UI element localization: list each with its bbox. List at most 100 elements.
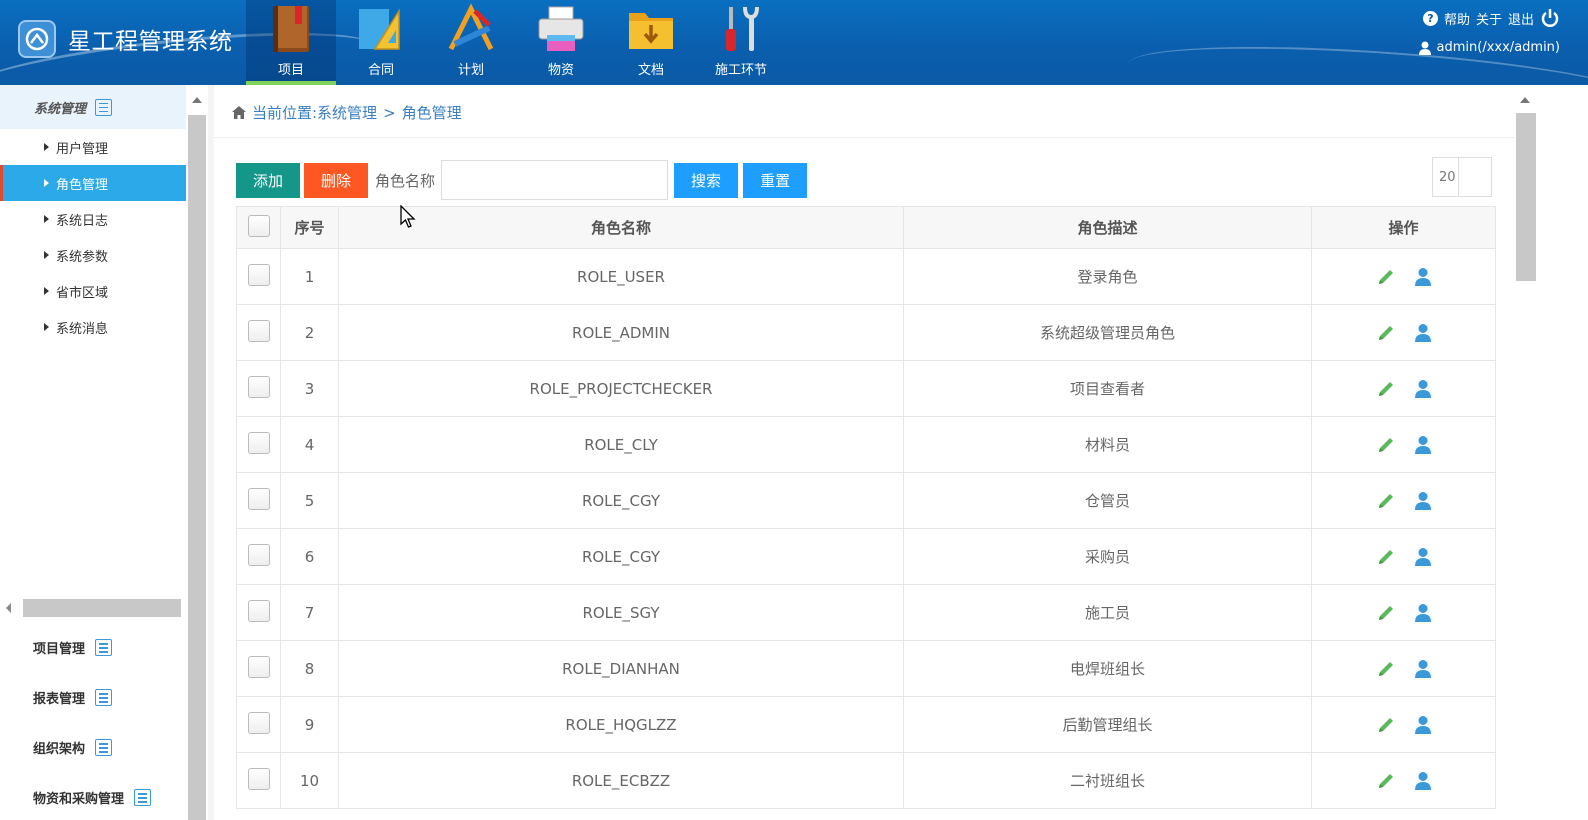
table-row[interactable]: 9 ROLE_HQGLZZ 后勤管理组长 (236, 696, 1496, 753)
table-row[interactable]: 3 ROLE_PROJECTCHECKER 项目查看者 (236, 360, 1496, 417)
assign-user-icon[interactable] (1414, 547, 1432, 567)
scroll-up-icon[interactable] (192, 97, 202, 103)
sidebar-item-label: 角色管理 (56, 177, 109, 193)
reset-button[interactable]: 重置 (743, 162, 808, 198)
edit-pencil-icon[interactable] (1376, 771, 1396, 791)
edit-pencil-icon[interactable] (1376, 603, 1396, 623)
edit-pencil-icon[interactable] (1376, 491, 1396, 511)
sidebar: 系统管理 用户管理 角色管理 系统日志 系统参数 省市区域 系统消息 项目管理 … (0, 85, 186, 820)
sidebar-group-procurement[interactable]: 物资和采购管理 (33, 788, 152, 807)
column-header-desc: 角色描述 (903, 206, 1312, 249)
power-icon[interactable] (1540, 8, 1560, 28)
table-row[interactable]: 5 ROLE_CGY 仓管员 (236, 472, 1496, 529)
row-checkbox[interactable] (247, 431, 270, 454)
edit-pencil-icon[interactable] (1376, 547, 1396, 567)
table-row[interactable]: 10 ROLE_ECBZZ 二衬班组长 (236, 752, 1496, 809)
topnav-item-plan[interactable]: 计划 (426, 0, 516, 85)
edit-pencil-icon[interactable] (1376, 323, 1396, 343)
sidebar-item-regions[interactable]: 省市区域 (0, 273, 186, 309)
role-name-search-input[interactable] (441, 160, 669, 200)
edit-pencil-icon[interactable] (1376, 267, 1396, 287)
current-user: admin(/xxx/admin) (1436, 40, 1560, 55)
row-role-desc: 材料员 (903, 416, 1312, 473)
sidebar-item-params[interactable]: 系统参数 (0, 237, 186, 273)
scrollbar-thumb[interactable] (23, 599, 181, 617)
row-index: 2 (280, 304, 339, 361)
row-checkbox[interactable] (247, 599, 270, 622)
row-checkbox[interactable] (247, 487, 270, 510)
table-row[interactable]: 4 ROLE_CLY 材料员 (236, 416, 1496, 473)
help-link[interactable]: 帮助 (1444, 9, 1470, 28)
table-row[interactable]: 1 ROLE_USER 登录角色 (236, 248, 1496, 305)
list-icon (95, 689, 113, 706)
row-checkbox[interactable] (247, 543, 270, 566)
assign-user-icon[interactable] (1414, 491, 1432, 511)
sidebar-group-organization[interactable]: 组织架构 (33, 738, 113, 757)
select-all-checkbox[interactable] (247, 214, 270, 237)
edit-pencil-icon[interactable] (1376, 659, 1396, 679)
topnav-item-contract[interactable]: 合同 (336, 0, 426, 85)
list-icon (95, 739, 113, 756)
add-button[interactable]: 添加 (236, 162, 301, 198)
sidebar-item-users[interactable]: 用户管理 (0, 129, 186, 165)
table-body: 1 ROLE_USER 登录角色 2 ROLE_ADMIN 系统超级管理员角色 3 ROLE_… (236, 248, 1496, 809)
topnav-item-material[interactable]: 物资 (516, 0, 606, 85)
table-row[interactable]: 8 ROLE_DIANHAN 电焊班组长 (236, 640, 1496, 697)
topnav-item-construction[interactable]: 施工环节 (696, 0, 786, 85)
assign-user-icon[interactable] (1414, 267, 1432, 287)
row-role-desc: 登录角色 (903, 248, 1312, 305)
row-actions (1311, 584, 1496, 641)
row-select-cell (236, 528, 281, 585)
main-vertical-scrollbar[interactable] (1514, 85, 1538, 820)
sidebar-item-logs[interactable]: 系统日志 (0, 201, 186, 237)
about-link[interactable]: 关于 (1476, 9, 1502, 28)
sidebar-horizontal-scrollbar[interactable] (6, 598, 182, 618)
edit-pencil-icon[interactable] (1376, 435, 1396, 455)
assign-user-icon[interactable] (1414, 379, 1432, 399)
row-checkbox[interactable] (247, 655, 270, 678)
breadcrumb-separator: > (383, 103, 396, 122)
row-checkbox[interactable] (247, 375, 270, 398)
topnav-item-project[interactable]: 项目 (246, 0, 336, 85)
row-index: 5 (280, 472, 339, 529)
caret-right-icon (44, 215, 49, 223)
page-size-select[interactable]: 20 (1432, 157, 1492, 197)
assign-user-icon[interactable] (1414, 323, 1432, 343)
table-row[interactable]: 7 ROLE_SGY 施工员 (236, 584, 1496, 641)
sidebar-item-roles[interactable]: 角色管理 (0, 165, 186, 201)
table-row[interactable]: 6 ROLE_CGY 采购员 (236, 528, 1496, 585)
edit-pencil-icon[interactable] (1376, 379, 1396, 399)
row-role-name: ROLE_CLY (338, 416, 904, 473)
sidebar-section-header[interactable]: 系统管理 (0, 85, 186, 129)
scrollbar-thumb[interactable] (1516, 113, 1536, 281)
assign-user-icon[interactable] (1414, 771, 1432, 791)
sidebar-group-reports[interactable]: 报表管理 (33, 688, 113, 707)
row-checkbox[interactable] (247, 767, 270, 790)
row-checkbox[interactable] (247, 263, 270, 286)
edit-pencil-icon[interactable] (1376, 715, 1396, 735)
search-button[interactable]: 搜索 (674, 162, 739, 198)
breadcrumb-path[interactable]: 当前位置:系统管理 (252, 102, 377, 123)
row-checkbox[interactable] (247, 319, 270, 342)
assign-user-icon[interactable] (1414, 603, 1432, 623)
table-row[interactable]: 2 ROLE_ADMIN 系统超级管理员角色 (236, 304, 1496, 361)
row-role-name: ROLE_HQGLZZ (338, 696, 904, 753)
scrollbar-thumb[interactable] (188, 115, 206, 820)
assign-user-icon[interactable] (1414, 715, 1432, 735)
assign-user-icon[interactable] (1414, 435, 1432, 455)
sidebar-item-messages[interactable]: 系统消息 (0, 309, 186, 345)
top-right-panel: ? 帮助 关于 退出 admin(/xxx/admin) (1418, 8, 1560, 55)
top-nav: 项目 合同 计划 物资 文档 施工环节 (246, 0, 786, 85)
sidebar-group-projects[interactable]: 项目管理 (33, 638, 113, 657)
row-checkbox[interactable] (247, 711, 270, 734)
scroll-up-icon[interactable] (1520, 97, 1530, 103)
delete-button[interactable]: 删除 (304, 162, 369, 198)
column-header-ops: 操作 (1311, 206, 1496, 249)
assign-user-icon[interactable] (1414, 659, 1432, 679)
row-role-name: ROLE_CGY (338, 472, 904, 529)
logout-link[interactable]: 退出 (1508, 9, 1534, 28)
search-label: 角色名称 (375, 171, 436, 190)
scroll-left-icon[interactable] (6, 603, 11, 613)
topnav-item-document[interactable]: 文档 (606, 0, 696, 85)
sidebar-vertical-scrollbar[interactable] (186, 85, 208, 820)
